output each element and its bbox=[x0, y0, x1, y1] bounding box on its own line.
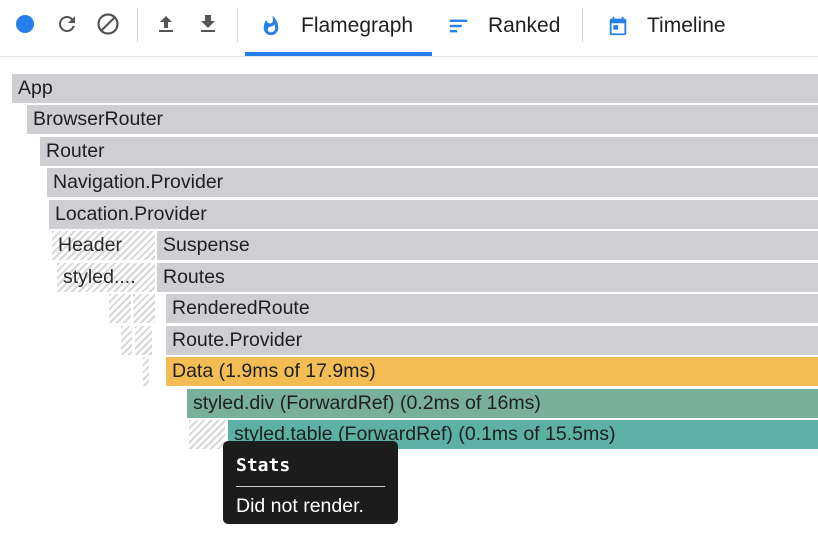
stats-tooltip: Stats Did not render. bbox=[223, 441, 398, 524]
flame-node-styled[interactable]: styled.... bbox=[57, 263, 155, 292]
tooltip-divider bbox=[236, 486, 385, 487]
flame-node-suspense[interactable]: Suspense bbox=[157, 231, 818, 260]
flame-node-browserrouter[interactable]: BrowserRouter bbox=[27, 105, 818, 134]
flame-node-unrendered[interactable] bbox=[189, 420, 225, 449]
flame-node-unrendered[interactable] bbox=[109, 294, 131, 323]
tooltip-body: Did not render. bbox=[236, 495, 364, 517]
flame-node-data[interactable]: Data (1.9ms of 17.9ms) bbox=[166, 357, 818, 386]
flame-node-unrendered[interactable] bbox=[143, 357, 149, 386]
flame-node-unrendered[interactable] bbox=[135, 326, 152, 355]
tooltip-title: Stats bbox=[236, 455, 291, 476]
flame-node-routes[interactable]: Routes bbox=[157, 263, 818, 292]
flame-node-location-provider[interactable]: Location.Provider bbox=[49, 200, 818, 229]
flame-node-navigation-provider[interactable]: Navigation.Provider bbox=[47, 168, 818, 197]
flame-node-renderedroute[interactable]: RenderedRoute bbox=[166, 294, 818, 323]
flame-node-router[interactable]: Router bbox=[40, 137, 818, 166]
flame-node-route-provider[interactable]: Route.Provider bbox=[166, 326, 818, 355]
flame-node-styled-div[interactable]: styled.div (ForwardRef) (0.2ms of 16ms) bbox=[187, 389, 818, 418]
flame-node-unrendered[interactable] bbox=[133, 294, 155, 323]
flame-node-unrendered[interactable] bbox=[121, 326, 132, 355]
flamegraph-chart: App BrowserRouter Router Navigation.Prov… bbox=[0, 0, 818, 538]
flame-node-header[interactable]: Header bbox=[52, 231, 155, 260]
flame-node-app[interactable]: App bbox=[12, 74, 818, 103]
